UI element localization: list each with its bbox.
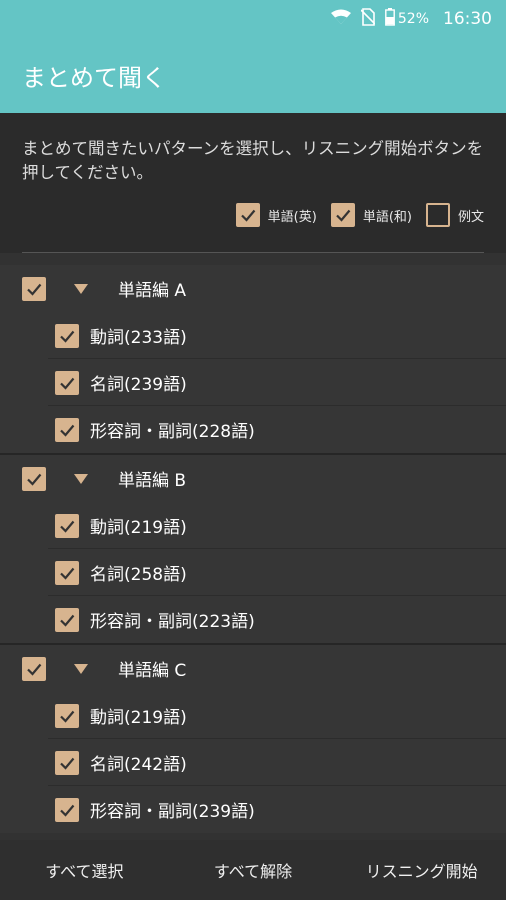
list-item[interactable]: 形容詞・副詞(223語) xyxy=(0,596,506,643)
expand-triangle-icon[interactable] xyxy=(74,473,88,484)
status-bar: 52% 16:30 xyxy=(0,0,506,37)
item-label: 動詞(219語) xyxy=(90,708,187,728)
app-bar: まとめて聞く xyxy=(0,37,506,113)
list-item[interactable]: 形容詞・副詞(239語) xyxy=(0,786,506,833)
checkbox-checked-icon[interactable] xyxy=(22,656,46,681)
filter-label: 単語(和) xyxy=(362,209,412,225)
item-label: 形容詞・副詞(223語) xyxy=(90,612,255,632)
expand-triangle-icon[interactable] xyxy=(74,663,88,674)
item-label: 名詞(242語) xyxy=(90,755,187,775)
clock: 16:30 xyxy=(443,8,492,29)
item-label: 形容詞・副詞(228語) xyxy=(90,422,255,442)
checkbox-checked-icon[interactable] xyxy=(55,703,79,728)
item-label: 名詞(258語) xyxy=(90,565,187,585)
list-item[interactable]: 動詞(219語) xyxy=(0,692,506,739)
expand-triangle-icon[interactable] xyxy=(74,283,88,294)
divider xyxy=(22,252,484,253)
group-label: 単語編 C xyxy=(118,661,187,681)
select-all-button[interactable]: すべて選択 xyxy=(0,858,169,882)
group-row-b[interactable]: 単語編 B xyxy=(0,455,506,502)
battery-indicator: 52% xyxy=(384,7,429,30)
group-row-a[interactable]: 単語編 A xyxy=(0,265,506,312)
list-item[interactable]: 動詞(219語) xyxy=(0,502,506,549)
item-label: 名詞(239語) xyxy=(90,375,187,395)
filter-label: 単語(英) xyxy=(267,209,317,225)
wifi-icon xyxy=(330,9,351,29)
list-item[interactable]: 名詞(242語) xyxy=(0,739,506,786)
no-sim-icon xyxy=(360,7,376,30)
item-label: 動詞(219語) xyxy=(90,518,187,538)
checkbox-checked-icon[interactable] xyxy=(22,466,46,491)
start-listening-button[interactable]: リスニング開始 xyxy=(337,858,506,882)
checkbox-checked-icon[interactable] xyxy=(55,750,79,775)
checkbox-checked-icon[interactable] xyxy=(235,203,260,227)
list-item[interactable]: 動詞(233語) xyxy=(0,312,506,359)
pattern-list: 単語編 A 動詞(233語) 名詞(239語) 形容詞・副詞(228語) 単語編… xyxy=(0,265,506,833)
checkbox-checked-icon[interactable] xyxy=(55,607,79,632)
options-panel: まとめて聞きたいパターンを選択し、リスニング開始ボタンを押してください。 単語(… xyxy=(0,113,506,253)
item-label: 形容詞・副詞(239語) xyxy=(90,802,255,822)
checkbox-checked-icon[interactable] xyxy=(22,276,46,301)
list-item[interactable]: 名詞(258語) xyxy=(0,549,506,596)
filter-word-japanese[interactable]: 単語(和) xyxy=(330,203,412,227)
checkbox-checked-icon[interactable] xyxy=(55,513,79,538)
checkbox-checked-icon[interactable] xyxy=(55,323,79,348)
instruction-text: まとめて聞きたいパターンを選択し、リスニング開始ボタンを押してください。 xyxy=(22,139,484,182)
checkbox-checked-icon[interactable] xyxy=(55,560,79,585)
filter-example-sentence[interactable]: 例文 xyxy=(425,203,484,227)
list-item[interactable]: 名詞(239語) xyxy=(0,359,506,406)
group-row-c[interactable]: 単語編 C xyxy=(0,645,506,692)
deselect-all-button[interactable]: すべて解除 xyxy=(169,858,338,882)
battery-icon xyxy=(384,7,395,30)
checkbox-checked-icon[interactable] xyxy=(55,417,79,442)
checkbox-checked-icon[interactable] xyxy=(55,797,79,822)
page-title: まとめて聞く xyxy=(22,63,166,92)
group-label: 単語編 A xyxy=(118,281,187,301)
bottom-action-bar: すべて選択 すべて解除 リスニング開始 xyxy=(0,840,506,900)
list-item[interactable]: 形容詞・副詞(228語) xyxy=(0,406,506,453)
filter-options: 単語(英) 単語(和) 例文 xyxy=(235,203,484,227)
item-label: 動詞(233語) xyxy=(90,328,187,348)
battery-percent: 52% xyxy=(397,10,429,27)
checkbox-checked-icon[interactable] xyxy=(55,370,79,395)
checkbox-checked-icon[interactable] xyxy=(330,203,355,227)
group-label: 単語編 B xyxy=(118,471,187,491)
checkbox-unchecked-icon[interactable] xyxy=(425,203,450,227)
filter-label: 例文 xyxy=(457,209,484,225)
filter-word-english[interactable]: 単語(英) xyxy=(235,203,317,227)
